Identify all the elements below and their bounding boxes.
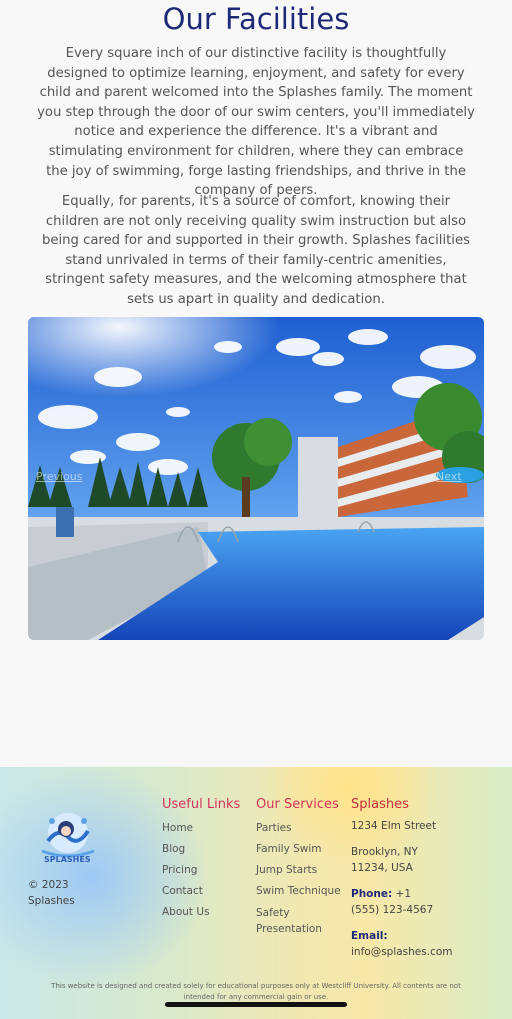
home-indicator-bar[interactable]: [165, 1002, 347, 1007]
disclaimer: This website is designed and created sol…: [51, 982, 461, 1001]
address-line-2: Brooklyn, NY 11234, USA: [351, 846, 418, 874]
useful-links-column: Useful Links Home Blog Pricing Contact A…: [162, 797, 240, 923]
carousel-previous-button[interactable]: Previous: [36, 470, 83, 483]
footer-link-pricing[interactable]: Pricing: [162, 860, 240, 881]
facility-image-carousel[interactable]: [28, 317, 484, 640]
service-link-jump-starts[interactable]: Jump Starts: [256, 860, 341, 881]
services-column: Our Services Parties Family Swim Jump St…: [256, 797, 341, 937]
address-line-1: 1234 Elm Street: [351, 820, 437, 832]
footer-link-about-us[interactable]: About Us: [162, 902, 240, 923]
service-link-parties[interactable]: Parties: [256, 818, 341, 839]
facilities-paragraph-1: Every square inch of our distinctive fac…: [37, 46, 475, 199]
useful-links-heading: Useful Links: [162, 797, 241, 812]
pool-facility-image: [28, 317, 484, 640]
service-link-safety-presentation[interactable]: Safety Presentation: [256, 905, 336, 937]
contact-heading: Splashes: [351, 797, 409, 812]
facilities-paragraph-2: Equally, for parents, it's a source of c…: [42, 194, 470, 307]
email-label: Email:: [351, 930, 388, 942]
logo-text: SPLASHES: [44, 855, 91, 864]
footer-link-blog[interactable]: Blog: [162, 839, 240, 860]
page-title: Our Facilities: [162, 2, 350, 36]
service-link-family-swim[interactable]: Family Swim: [256, 839, 341, 860]
footer-link-contact[interactable]: Contact: [162, 881, 240, 902]
email-address[interactable]: info@splashes.com: [351, 946, 453, 958]
service-link-swim-technique[interactable]: Swim Technique: [256, 881, 341, 902]
footer-link-home[interactable]: Home: [162, 818, 240, 839]
carousel-next-button[interactable]: Next: [436, 470, 462, 483]
site-footer: SPLASHES © 2023 Splashes Useful Links Ho…: [0, 767, 512, 1019]
copyright: © 2023 Splashes: [28, 879, 75, 907]
phone-info: Phone: +1 (555) 123-4567: [351, 886, 435, 918]
services-heading: Our Services: [256, 797, 339, 812]
contact-column: Splashes 1234 Elm Street Brooklyn, NY 11…: [351, 797, 461, 970]
email-info: Email: info@splashes.com: [351, 928, 461, 960]
phone-label: Phone:: [351, 888, 393, 900]
